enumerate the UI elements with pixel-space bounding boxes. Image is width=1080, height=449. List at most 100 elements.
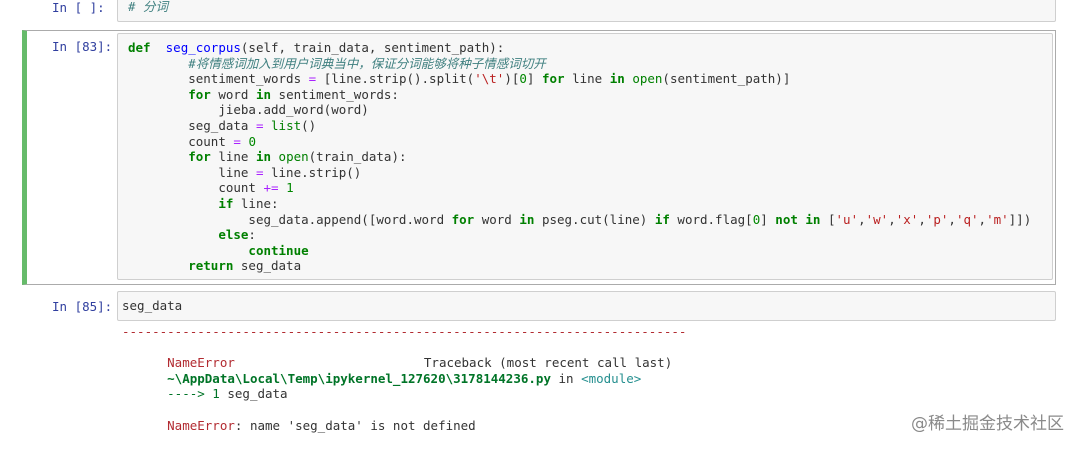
code-token: line.strip() xyxy=(263,164,362,180)
code-cell-selected[interactable]: In [83]: def seg_corpus(self, train_data… xyxy=(22,30,1056,285)
code-token: word xyxy=(474,211,520,227)
error-text: : name 'seg_data' is not defined xyxy=(234,417,476,433)
in-word: in xyxy=(550,370,582,386)
arrow-code: seg_data xyxy=(227,386,288,402)
code-token: for xyxy=(188,86,211,102)
cell-input[interactable]: seg_data xyxy=(117,291,1056,321)
code-token: def xyxy=(128,40,151,55)
code-token: if xyxy=(218,195,234,211)
code-token: 0 xyxy=(519,71,527,87)
code-token: , xyxy=(858,211,866,227)
module-name: <module> xyxy=(581,370,642,386)
code-cell[interactable]: In [85]: seg_data ----------------------… xyxy=(22,291,1056,433)
code-line: #将情感词加入到用户词典当中，保证分词能够将种子情感词切开 xyxy=(128,56,1052,72)
code-token: pseg.cut(line) xyxy=(534,211,655,227)
code-token: , xyxy=(888,211,896,227)
code-token: seg_data.append([word.word xyxy=(248,211,452,227)
code-cell-empty[interactable]: In [ ]: # 分词 xyxy=(22,0,1056,22)
code-token: jieba.add_word(word) xyxy=(218,102,369,118)
code-token: sentiment_words: xyxy=(271,86,399,102)
code-token: 'm' xyxy=(986,211,1009,227)
code-line: count = 0 xyxy=(128,134,1052,150)
code-line: seg_data.append([word.word for word in p… xyxy=(128,212,1052,228)
code-token: (sentiment_path)] xyxy=(662,71,791,87)
code-line: count += 1 xyxy=(128,180,1052,196)
code-token: list xyxy=(271,117,302,133)
code-token: , xyxy=(948,211,956,227)
code-token: 0 xyxy=(248,133,256,149)
arrow: ----> 1 xyxy=(167,386,228,402)
code-token: 'u' xyxy=(835,211,859,227)
code-token: in xyxy=(255,86,272,102)
code-token: )[ xyxy=(504,71,520,87)
watermark: @稀土掘金技术社区 xyxy=(911,414,1064,434)
code-token: line xyxy=(210,149,256,165)
code-token: , xyxy=(978,211,987,227)
traceback-separator: ----------------------------------------… xyxy=(122,324,687,339)
code-token: (self, train_data, sentiment_path): xyxy=(240,40,505,55)
code-line: jieba.add_word(word) xyxy=(128,102,1052,118)
code-token: ] xyxy=(526,71,542,87)
code-token: [line.strip().split( xyxy=(316,71,475,87)
code-token: else xyxy=(218,227,249,243)
code-line: sentiment_words = [line.strip().split('\… xyxy=(128,71,1052,87)
code-token: seg_corpus xyxy=(165,40,241,55)
code-token: not in xyxy=(775,211,821,227)
traceback-title: Traceback (most recent call last) xyxy=(423,355,673,371)
code-line: continue xyxy=(128,243,1052,259)
code-token: line xyxy=(564,71,610,87)
file-path: ~\AppData\Local\Temp\ipykernel_127620\31… xyxy=(167,370,551,386)
cell-input[interactable]: # 分词 xyxy=(117,0,1056,22)
code-token: = xyxy=(233,133,241,149)
code-token: line: xyxy=(233,195,279,211)
code-token: word.flag[ xyxy=(669,211,753,227)
error-message: NameError: name 'seg_data' is not define… xyxy=(122,402,686,433)
code-token: seg_data xyxy=(188,117,256,133)
code-token: seg_data xyxy=(233,258,302,274)
code-token: count xyxy=(218,180,264,196)
code-token: in xyxy=(519,211,535,227)
code-token: count xyxy=(188,133,234,149)
code-token: for xyxy=(541,71,565,87)
code-line: for line in open(train_data): xyxy=(128,149,1052,165)
code-token: += xyxy=(263,180,279,196)
code-token: ] xyxy=(760,211,776,227)
traceback-header: NameError Traceback (most recent call las… xyxy=(122,340,686,370)
code-line: for word in sentiment_words: xyxy=(128,87,1052,103)
code-editor[interactable]: def seg_corpus(self, train_data, sentime… xyxy=(118,34,1052,274)
code-token: for xyxy=(188,149,211,165)
code-comment: # 分词 xyxy=(128,0,169,14)
code-token: 'x' xyxy=(895,211,919,227)
code-line: else: xyxy=(128,227,1052,243)
code-token: 'p' xyxy=(925,211,949,227)
code-token: if xyxy=(654,211,670,227)
code-token: [ xyxy=(820,211,836,227)
code-token: sentiment_words xyxy=(188,71,309,87)
error-name: NameError xyxy=(167,417,235,433)
code-token: : xyxy=(248,227,256,243)
code-token: open xyxy=(278,149,309,165)
code-token: #将情感词加入到用户词典当中，保证分词能够将种子情感词切开 xyxy=(188,55,546,71)
code-token: 'w' xyxy=(865,211,889,227)
code-token: return xyxy=(188,258,234,274)
code-token: in xyxy=(255,149,272,165)
cell-input[interactable]: def seg_corpus(self, train_data, sentime… xyxy=(117,33,1053,280)
code-token: for xyxy=(451,211,475,227)
code-token: (train_data): xyxy=(308,149,407,165)
code-token: word xyxy=(210,86,256,102)
cell-output: ----------------------------------------… xyxy=(122,324,687,433)
error-name: NameError xyxy=(167,355,235,371)
code-token: () xyxy=(301,117,317,133)
code-token: '\t' xyxy=(474,71,505,87)
code-token: in xyxy=(609,71,625,87)
code-line: line = line.strip() xyxy=(128,165,1052,181)
code-token: ]]) xyxy=(1008,211,1032,227)
code-token: , xyxy=(918,211,926,227)
code-token: line xyxy=(218,164,256,180)
code-line: seg_data xyxy=(122,298,183,313)
code-token: 'q' xyxy=(955,211,979,227)
